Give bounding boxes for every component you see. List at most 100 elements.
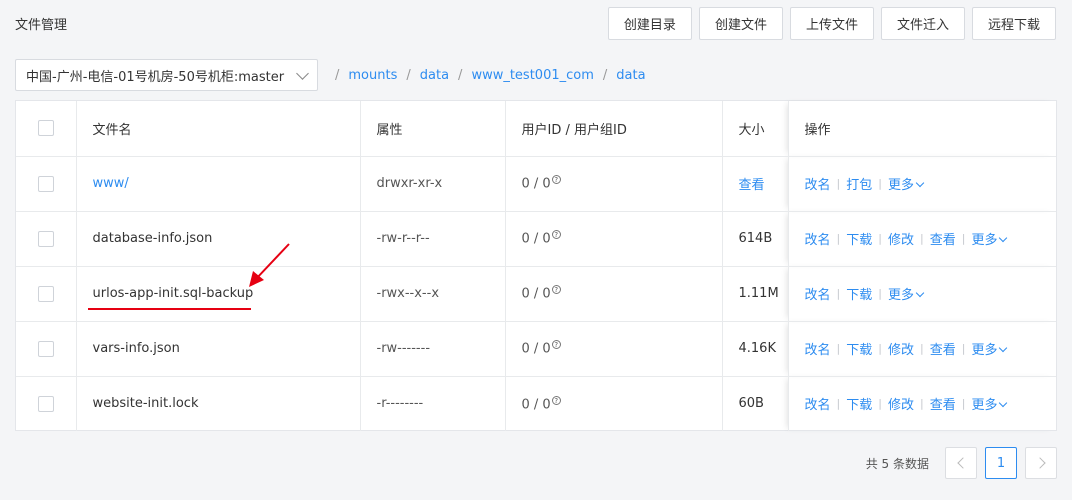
table-row: database-info.json -rw-r--r-- 0 / 0? 614…: [16, 211, 1056, 267]
server-select[interactable]: 中国-广州-电信-01号机房-50号机柜:master: [15, 59, 318, 91]
view-link[interactable]: 查看: [930, 229, 956, 248]
table-row: www/ drwxr-xr-x 0 / 0? 查看 改名 | 打包 | 更多: [16, 156, 1056, 212]
more-dropdown[interactable]: 更多: [971, 229, 1008, 248]
upload-file-button[interactable]: 上传文件: [789, 7, 874, 40]
page-title: 文件管理: [15, 18, 68, 33]
breadcrumb-separator: /: [602, 67, 608, 83]
download-link[interactable]: 下载: [846, 284, 872, 303]
page-button-current[interactable]: 1: [985, 447, 1017, 479]
more-label: 更多: [887, 288, 914, 303]
file-name: urlos-app-init.sql-backup: [76, 266, 361, 322]
row-actions: 改名 | 打包 | 更多: [788, 156, 1056, 212]
file-owner-cell: 0 / 0?: [505, 156, 723, 212]
file-attr: -r--------: [360, 376, 506, 431]
file-table: 文件名 属性 用户ID / 用户组ID 大小 操作 www/ drwxr-xr-…: [15, 100, 1057, 431]
create-dir-button[interactable]: 创建目录: [607, 7, 692, 40]
file-attr: -rw-r--r--: [360, 211, 506, 267]
table-row: website-init.lock -r-------- 0 / 0? 60B …: [16, 376, 1056, 431]
annotation-arrow-icon: [249, 243, 290, 287]
rename-link[interactable]: 改名: [805, 284, 831, 303]
column-header-ops: 操作: [788, 101, 1056, 157]
edit-link[interactable]: 修改: [888, 394, 914, 413]
prev-page-button[interactable]: [945, 447, 977, 479]
breadcrumb-item-data[interactable]: data: [420, 68, 449, 83]
op-separator: |: [836, 397, 841, 411]
file-owner-cell: 0 / 0?: [505, 211, 723, 267]
view-size-link[interactable]: 查看: [739, 178, 765, 193]
select-all-checkbox[interactable]: [37, 120, 54, 137]
remote-download-button[interactable]: 远程下载: [971, 7, 1056, 40]
op-separator: |: [919, 232, 924, 245]
file-name: vars-info.json: [76, 321, 361, 377]
column-header-name: 文件名: [76, 101, 361, 157]
edit-link[interactable]: 修改: [888, 339, 914, 358]
edit-link[interactable]: 修改: [888, 229, 914, 248]
row-actions: 改名 | 下载 | 修改 | 查看 | 更多: [788, 376, 1056, 431]
file-size-cell: 查看: [722, 156, 789, 212]
pack-link[interactable]: 打包: [846, 174, 872, 193]
column-header-size: 大小: [722, 101, 789, 157]
op-separator: |: [836, 177, 841, 190]
file-attr: drwxr-xr-x: [360, 156, 506, 212]
column-header-attr: 属性: [360, 101, 506, 157]
more-dropdown[interactable]: 更多: [971, 339, 1008, 358]
op-separator: |: [878, 287, 882, 300]
rename-link[interactable]: 改名: [805, 394, 831, 413]
op-separator: |: [961, 232, 966, 245]
op-separator: |: [919, 397, 924, 411]
breadcrumb-item-mounts[interactable]: mounts: [348, 68, 397, 83]
file-size: 614B: [722, 211, 789, 267]
op-separator: |: [878, 397, 882, 411]
rename-link[interactable]: 改名: [805, 174, 831, 193]
help-icon[interactable]: ?: [551, 175, 561, 185]
chevron-down-icon: [999, 343, 1008, 353]
help-icon[interactable]: ?: [551, 230, 561, 240]
row-checkbox-cell: [16, 321, 77, 377]
view-link[interactable]: 查看: [930, 394, 956, 413]
row-checkbox[interactable]: [37, 395, 54, 412]
row-checkbox[interactable]: [37, 175, 54, 192]
row-checkbox[interactable]: [37, 285, 54, 302]
breadcrumb: / mounts / data / www_test001_com / data: [326, 68, 646, 83]
breadcrumb-item-site[interactable]: www_test001_com: [471, 68, 593, 83]
more-dropdown[interactable]: 更多: [887, 284, 925, 303]
more-label: 更多: [971, 233, 998, 248]
breadcrumb-separator: /: [335, 67, 340, 83]
total-count: 共 5 条数据: [865, 456, 929, 471]
help-icon[interactable]: ?: [551, 285, 561, 295]
annotation-underline: [88, 308, 251, 310]
download-link[interactable]: 下载: [846, 394, 872, 413]
next-page-button[interactable]: [1025, 447, 1057, 479]
table-header-row: 文件名 属性 用户ID / 用户组ID 大小 操作: [16, 101, 1056, 157]
toolbar: 创建目录 创建文件 上传文件 文件迁入 远程下载: [607, 7, 1056, 40]
view-link[interactable]: 查看: [930, 339, 956, 358]
row-checkbox[interactable]: [37, 230, 54, 247]
server-select-value: 中国-广州-电信-01号机房-50号机柜:master: [26, 69, 285, 85]
row-checkbox[interactable]: [37, 340, 54, 357]
more-label: 更多: [887, 178, 914, 193]
rename-link[interactable]: 改名: [805, 339, 831, 358]
breadcrumb-separator: /: [458, 67, 463, 83]
file-attr: -rwx--x--x: [360, 266, 506, 322]
rename-link[interactable]: 改名: [805, 229, 831, 248]
file-owner: 0 / 0: [521, 341, 551, 357]
download-link[interactable]: 下载: [846, 339, 872, 358]
help-icon[interactable]: ?: [551, 395, 561, 405]
folder-link[interactable]: www/: [93, 176, 129, 191]
more-dropdown[interactable]: 更多: [887, 174, 925, 193]
download-link[interactable]: 下载: [846, 229, 872, 248]
breadcrumb-item-current[interactable]: data: [616, 68, 645, 83]
help-icon[interactable]: ?: [551, 340, 561, 350]
create-file-button[interactable]: 创建文件: [698, 7, 783, 40]
path-bar: 中国-广州-电信-01号机房-50号机柜:master / mounts / d…: [15, 59, 646, 91]
file-owner-cell: 0 / 0?: [505, 266, 723, 322]
select-all-cell: [16, 101, 77, 157]
op-separator: |: [836, 342, 841, 355]
op-separator: |: [836, 232, 841, 245]
more-label: 更多: [971, 343, 998, 358]
import-file-button[interactable]: 文件迁入: [880, 7, 965, 40]
file-owner: 0 / 0: [521, 176, 551, 192]
op-separator: |: [961, 397, 966, 411]
row-actions: 改名 | 下载 | 修改 | 查看 | 更多: [788, 321, 1056, 377]
more-dropdown[interactable]: 更多: [971, 394, 1008, 413]
